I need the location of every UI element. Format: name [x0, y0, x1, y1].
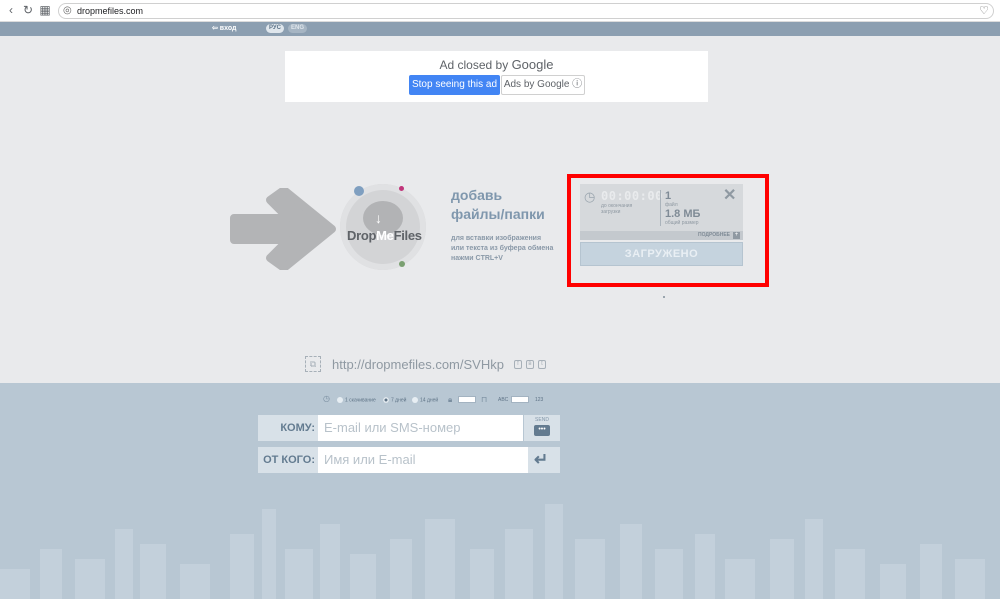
expand-icon[interactable]: +	[733, 232, 740, 239]
total-size-label: общий размер	[665, 220, 699, 226]
clock-icon: ◷	[584, 189, 596, 204]
lock-icon: 🔒︎	[448, 395, 453, 404]
add-files-title[interactable]: добавь файлы/папки	[451, 186, 561, 224]
ad-closed-label: Ad closed by	[439, 58, 509, 72]
decor-dot-green	[399, 261, 405, 267]
files-count: 1	[665, 190, 672, 202]
digits-label: 123	[535, 397, 544, 403]
lang-eng-button[interactable]: ENG	[288, 24, 308, 33]
option-7-days[interactable]: 7 дней	[383, 397, 406, 403]
code-input[interactable]	[511, 396, 529, 403]
upload-status-panel: ◷ 00:00:00 до окончания загрузки 1 файл …	[580, 184, 743, 240]
logo-drop-text: Drop	[347, 228, 377, 243]
vk-icon[interactable]: в	[526, 360, 534, 369]
paste-hint-line2: или текста из буфера обмена	[451, 245, 554, 252]
facebook-icon[interactable]: f	[514, 360, 522, 369]
panel-footer: ПОДРОБНЕЕ +	[580, 231, 743, 240]
paste-hint: для вставки изображения или текста из бу…	[451, 234, 571, 264]
to-input[interactable]: E-mail или SMS-номер	[318, 415, 523, 441]
twitter-icon[interactable]: t	[538, 360, 546, 369]
grid-icon[interactable]: ▦	[38, 3, 52, 17]
uploaded-status-button[interactable]: ЗАГРУЖЕНО	[580, 242, 743, 266]
site-top-bar: ⇦ вход РУС ENG	[0, 22, 1000, 36]
send-button[interactable]: SEND •••	[524, 415, 560, 441]
option-14-days[interactable]: 14 дней	[412, 397, 438, 403]
ads-by-google-button[interactable]: Ads by Google ⓘ	[501, 75, 585, 95]
send-label: SEND	[535, 417, 549, 423]
from-label: ОТ КОГО:	[258, 447, 318, 473]
option-7-days-label: 7 дней	[391, 397, 407, 404]
total-size: 1.8 МБ	[665, 208, 701, 220]
panel-divider	[660, 190, 661, 226]
arrow-right-icon	[230, 188, 336, 270]
option-one-download[interactable]: 1 скачивание	[337, 397, 376, 403]
chevron-left-icon[interactable]: ‹	[4, 3, 18, 17]
paste-hint-line3: нажми CTRL+V	[451, 255, 503, 262]
details-link[interactable]: ПОДРОБНЕЕ	[698, 232, 730, 238]
stop-seeing-ad-button[interactable]: Stop seeing this ad	[409, 75, 500, 95]
abc-label: ABC	[498, 397, 509, 403]
lang-rus-button[interactable]: РУС	[266, 24, 284, 33]
clock-icon: ◷	[323, 394, 330, 403]
timer-label-line2: загрузки	[601, 209, 621, 215]
add-title-line1: добавь	[451, 187, 503, 203]
decor-dot-pink	[399, 186, 404, 191]
logo-me-text: Me	[376, 228, 394, 243]
globe-icon: ◎	[63, 5, 72, 16]
share-link[interactable]: http://dropmefiles.com/SVHkp	[332, 357, 504, 372]
radio-selected-icon[interactable]	[383, 397, 389, 403]
browser-toolbar: ‹ ↻ ▦ ◎ dropmefiles.com ♡	[0, 0, 1000, 22]
timer-label: до окончания загрузки	[601, 203, 651, 215]
paste-hint-line1: для вставки изображения	[451, 235, 542, 242]
ad-banner: Ad closed by Google Stop seeing this ad …	[285, 51, 708, 102]
message-icon: •••	[534, 425, 550, 436]
radio-icon[interactable]	[412, 397, 418, 403]
google-label: Google	[511, 57, 554, 72]
enter-icon: ↵	[534, 450, 549, 469]
from-row: ОТ КОГО: Имя или E-mail ↵	[258, 447, 560, 473]
option-one-download-label: 1 скачивание	[345, 397, 376, 404]
reload-icon[interactable]: ↻	[21, 3, 35, 17]
copy-link-icon[interactable]: ⧉	[305, 356, 321, 372]
close-icon[interactable]: ✕	[723, 185, 736, 205]
add-title-line2: файлы/папки	[451, 206, 545, 222]
login-link[interactable]: ⇦ вход	[212, 24, 236, 32]
ad-closed-text: Ad closed by Google	[285, 57, 708, 72]
decor-dot-blue	[354, 186, 364, 196]
password-input[interactable]	[458, 396, 476, 403]
city-skyline-background	[0, 504, 985, 599]
radio-icon[interactable]	[337, 397, 343, 403]
decor-dot	[663, 296, 665, 298]
logo-files-text: Files	[393, 228, 422, 243]
enter-button[interactable]: ↵	[528, 447, 560, 473]
from-input[interactable]: Имя или E-mail	[318, 447, 528, 473]
address-bar[interactable]: ◎ dropmefiles.com ♡	[58, 3, 994, 19]
to-row: КОМУ: E-mail или SMS-номер SEND •••	[258, 415, 560, 441]
arrow-down-icon: ↓	[375, 210, 382, 226]
upload-timer: 00:00:00	[601, 189, 663, 203]
dropmefiles-logo: DropMeFiles	[347, 228, 422, 243]
to-label: КОМУ:	[258, 415, 318, 441]
lock-open-icon: ⊓	[481, 395, 488, 404]
address-url[interactable]: dropmefiles.com	[77, 6, 143, 16]
option-14-days-label: 14 дней	[420, 397, 439, 404]
heart-icon[interactable]: ♡	[979, 4, 989, 17]
